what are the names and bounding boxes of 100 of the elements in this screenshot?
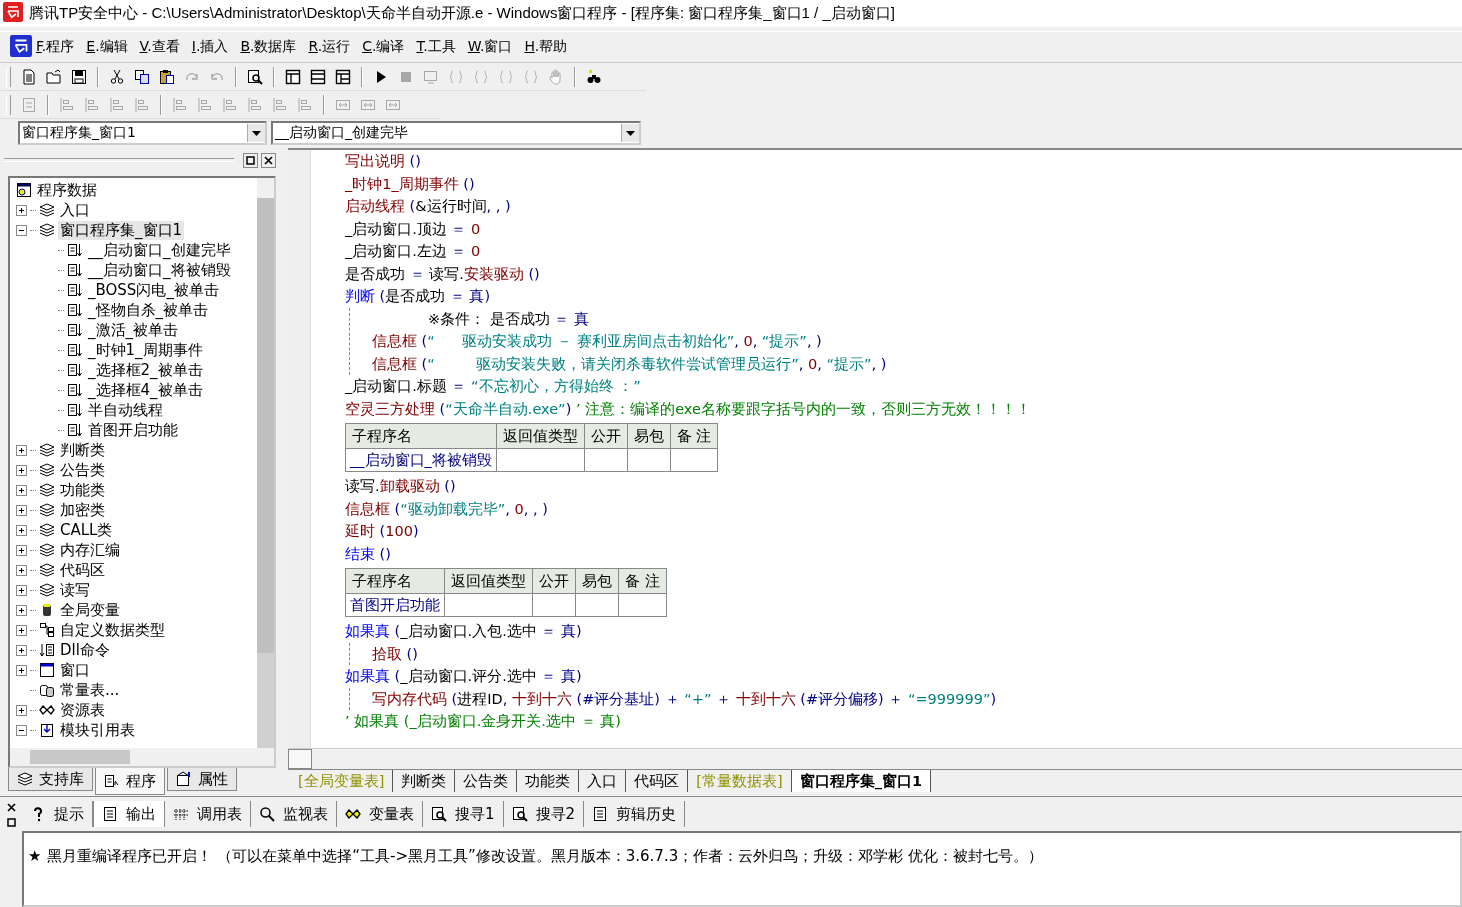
tree-item[interactable]: 功能类 xyxy=(58,480,107,500)
tree-item[interactable]: 模块引用表 xyxy=(58,720,137,740)
expand-toggle[interactable] xyxy=(16,664,27,676)
expand-toggle[interactable] xyxy=(16,704,27,716)
document-icon[interactable] xyxy=(21,68,37,85)
table-cell xyxy=(618,593,667,617)
tree-item[interactable]: __启动窗口_将被销毁 xyxy=(86,260,233,280)
tree-item[interactable]: 公告类 xyxy=(58,460,107,480)
tree-item[interactable]: 读写 xyxy=(58,580,92,600)
menu-item[interactable]: V.查看 xyxy=(139,38,180,56)
output-tab[interactable]: 变量表 xyxy=(337,801,423,827)
editor-tab[interactable]: 判断类 xyxy=(393,770,456,792)
menu-item[interactable]: R.运行 xyxy=(308,38,351,56)
tree-item[interactable]: 全局变量 xyxy=(58,600,122,620)
expand-toggle[interactable] xyxy=(16,604,27,616)
menu-item[interactable]: T.工具 xyxy=(416,38,456,56)
tree-item[interactable]: 资源表 xyxy=(58,700,107,720)
dropdown[interactable]: 窗口程序集_窗口1 xyxy=(18,121,267,145)
tree-item[interactable]: 代码区 xyxy=(58,560,107,580)
expand-toggle[interactable] xyxy=(16,544,27,556)
tree-item[interactable]: 加密类 xyxy=(58,500,107,520)
expand-toggle[interactable] xyxy=(16,464,27,476)
method-icon xyxy=(67,262,83,278)
expand-toggle[interactable] xyxy=(16,444,27,456)
panel-tab[interactable]: 程序 xyxy=(95,768,165,795)
menu-item[interactable]: W.窗口 xyxy=(467,38,513,56)
panel-tab[interactable]: 支持库 xyxy=(8,768,93,791)
document-icon xyxy=(102,806,118,822)
tree-item[interactable]: _BOSS闪电_被单击 xyxy=(86,280,221,300)
tree-item[interactable]: 窗口程序集_窗口1 xyxy=(58,220,185,240)
tree-item[interactable]: 半自动线程 xyxy=(86,400,165,420)
tree-item[interactable]: 程序数据 xyxy=(35,180,99,200)
output-tab[interactable]: 输出 xyxy=(93,801,165,827)
expand-toggle[interactable] xyxy=(16,524,27,536)
menu-item[interactable]: I.插入 xyxy=(191,38,229,56)
column-header: 易包 xyxy=(627,423,671,449)
editor-tab[interactable]: 功能类 xyxy=(517,770,580,792)
output-tab[interactable]: 搜寻2 xyxy=(503,801,585,827)
menu-item[interactable]: F.程序 xyxy=(36,38,75,56)
panel-tab[interactable]: 属性 xyxy=(167,768,237,791)
output-tab[interactable]: 搜寻1 xyxy=(423,801,504,827)
copy-icon[interactable] xyxy=(134,68,150,85)
restore-button[interactable] xyxy=(243,152,258,168)
vertical-scrollbar[interactable] xyxy=(257,178,274,748)
menu-item[interactable]: E.编辑 xyxy=(86,38,128,56)
expand-toggle[interactable] xyxy=(16,504,27,516)
layout-icon[interactable] xyxy=(335,68,351,85)
expand-toggle[interactable] xyxy=(16,644,27,656)
books-icon xyxy=(39,582,55,598)
editor-tab[interactable]: 代码区 xyxy=(626,770,689,792)
tree-item[interactable]: 首图开启功能 xyxy=(86,420,180,440)
close-button[interactable] xyxy=(261,152,276,168)
tree-item[interactable]: 常量表... xyxy=(58,680,122,700)
expand-toggle[interactable] xyxy=(16,564,27,576)
tree-item[interactable]: _激活_被单击 xyxy=(86,320,180,340)
column-header: 子程序名 xyxy=(345,423,497,449)
horizontal-scrollbar[interactable] xyxy=(10,748,274,766)
folder-icon[interactable] xyxy=(46,68,62,85)
tree-item[interactable]: 判断类 xyxy=(58,440,107,460)
tree-item[interactable]: CALL类 xyxy=(58,520,115,540)
editor-tab[interactable]: 窗口程序集_窗口1 xyxy=(791,770,931,792)
tree-item[interactable]: _怪物自杀_被单击 xyxy=(86,300,210,320)
layout-icon[interactable] xyxy=(310,68,326,85)
expand-toggle[interactable] xyxy=(16,624,27,636)
restore-icon[interactable] xyxy=(6,818,16,827)
menu-item[interactable]: H.帮助 xyxy=(524,38,568,56)
code-line: _启动窗口.标题 ＝ “不忘初心，方得始终 ：” xyxy=(345,377,642,396)
expand-toggle[interactable] xyxy=(16,484,27,496)
menu-item[interactable]: C.编译 xyxy=(362,38,405,56)
column-header: 公开 xyxy=(532,568,576,594)
layout-icon[interactable] xyxy=(285,68,301,85)
books-icon xyxy=(39,522,55,538)
collapse-toggle[interactable] xyxy=(16,224,27,236)
output-tab[interactable]: 剪辑历史 xyxy=(584,801,686,827)
clipboard-icon[interactable] xyxy=(159,68,175,85)
column-header: 公开 xyxy=(584,423,628,449)
tree-item[interactable]: 入口 xyxy=(58,200,92,220)
tree-item[interactable]: _时钟1_周期事件 xyxy=(86,340,205,360)
tree-item[interactable]: __启动窗口_创建完毕 xyxy=(86,240,233,260)
expand-toggle[interactable] xyxy=(16,584,27,596)
horizontal-scrollbar[interactable] xyxy=(288,748,1462,769)
tree-item[interactable]: 自定义数据类型 xyxy=(58,620,167,640)
close-icon[interactable] xyxy=(6,803,16,812)
tree-item[interactable]: Dll命令 xyxy=(58,640,112,660)
menu-item[interactable]: B.数据库 xyxy=(240,38,297,56)
editor-tab[interactable]: 入口 xyxy=(579,770,627,792)
binoculars-icon[interactable] xyxy=(586,68,602,85)
tree-item[interactable]: _选择框4_被单击 xyxy=(86,380,205,400)
collapse-toggle[interactable] xyxy=(16,724,27,736)
tree-item[interactable]: _选择框2_被单击 xyxy=(86,360,205,380)
expand-toggle[interactable] xyxy=(16,204,27,216)
tree-item[interactable]: 窗口 xyxy=(58,660,92,680)
dropdown[interactable]: __启动窗口_创建完毕 xyxy=(271,121,641,145)
scissors-icon[interactable] xyxy=(109,68,125,85)
editor-tab[interactable]: 公告类 xyxy=(455,770,518,792)
find-icon[interactable] xyxy=(247,68,263,85)
method-icon xyxy=(67,422,83,438)
tree-item[interactable]: 内存汇编 xyxy=(58,540,122,560)
output-tab[interactable]: 监视表 xyxy=(251,801,337,827)
output-tab[interactable]: 调用表 xyxy=(165,801,251,827)
